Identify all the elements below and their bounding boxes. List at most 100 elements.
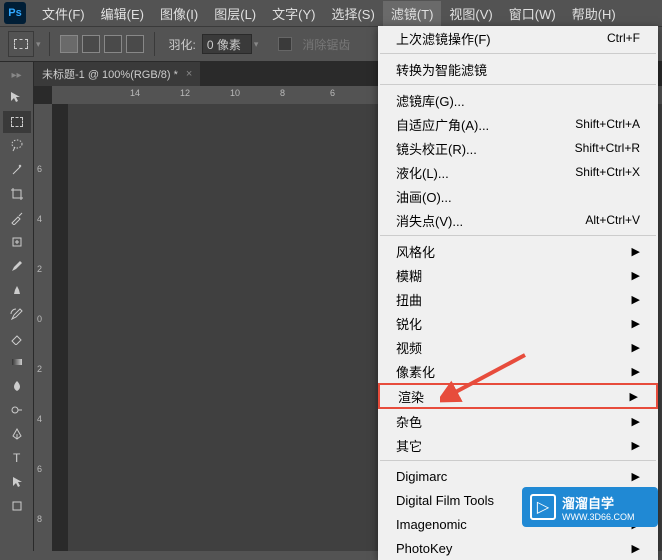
- menu-item-label: 滤镜库(G)...: [396, 91, 465, 110]
- menu-item-label: 视频: [396, 338, 422, 357]
- feather-arrow[interactable]: ▾: [254, 39, 259, 50]
- shape-tool[interactable]: [3, 495, 31, 517]
- eraser-tool[interactable]: [3, 327, 31, 349]
- antialias-label: 消除锯齿: [302, 36, 350, 53]
- close-tab-icon[interactable]: ×: [186, 68, 192, 80]
- menu-separator: [380, 84, 656, 85]
- play-icon: ▷: [530, 494, 556, 520]
- marquee-tool[interactable]: [3, 111, 31, 133]
- submenu-arrow-icon: ▶: [632, 365, 640, 378]
- document-tab[interactable]: 未标题-1 @ 100%(RGB/8) * ×: [34, 62, 201, 86]
- filter-menu-dropdown: 上次滤镜操作(F) Ctrl+F 转换为智能滤镜滤镜库(G)... 自适应广角(A).…: [378, 26, 658, 560]
- magic-wand-tool[interactable]: [3, 159, 31, 181]
- filter-menu-item[interactable]: 消失点(V)... Alt+Ctrl+V: [378, 208, 658, 232]
- tool-preset-arrow[interactable]: ▾: [36, 39, 41, 50]
- document-tab-title: 未标题-1 @ 100%(RGB/8) *: [42, 66, 178, 82]
- healing-brush-tool[interactable]: [3, 231, 31, 253]
- submenu-arrow-icon: ▶: [630, 390, 638, 403]
- menu-item-label: 锐化: [396, 314, 422, 333]
- menu-item[interactable]: 选择(S): [323, 1, 382, 26]
- filter-menu-item[interactable]: 其它▶: [378, 433, 658, 457]
- menu-item[interactable]: 视图(V): [441, 1, 500, 26]
- gradient-tool[interactable]: [3, 351, 31, 373]
- filter-menu-item[interactable]: 扭曲▶: [378, 287, 658, 311]
- menu-item-label: 自适应广角(A)...: [396, 115, 489, 134]
- menu-item-label: PhotoKey: [396, 541, 452, 556]
- menu-shortcut: Shift+Ctrl+A: [575, 117, 640, 131]
- svg-text:T: T: [13, 451, 21, 465]
- menubar: Ps 文件(F)编辑(E)图像(I)图层(L)文字(Y)选择(S)滤镜(T)视图…: [0, 0, 662, 26]
- filter-menu-item[interactable]: 转换为智能滤镜: [378, 57, 658, 81]
- menu-item-label: 镜头校正(R)...: [396, 139, 477, 158]
- menu-item[interactable]: 图层(L): [206, 1, 264, 26]
- toolbar-expand[interactable]: ▸▸: [0, 66, 33, 84]
- type-tool[interactable]: T: [3, 447, 31, 469]
- selection-mode-subtract[interactable]: [104, 35, 122, 53]
- current-tool-indicator[interactable]: [8, 31, 34, 57]
- menu-item[interactable]: 图像(I): [152, 1, 206, 26]
- filter-menu-item[interactable]: 液化(L)...Shift+Ctrl+X: [378, 160, 658, 184]
- feather-input[interactable]: [202, 34, 252, 54]
- menu-item[interactable]: 文件(F): [34, 1, 93, 26]
- menu-shortcut: Alt+Ctrl+V: [585, 213, 640, 227]
- filter-menu-item[interactable]: 风格化▶: [378, 239, 658, 263]
- selection-mode-new[interactable]: [60, 35, 78, 53]
- blur-tool[interactable]: [3, 375, 31, 397]
- filter-menu-item[interactable]: 锐化 ▶: [378, 311, 658, 335]
- menu-item[interactable]: 文字(Y): [264, 1, 323, 26]
- dodge-tool[interactable]: [3, 399, 31, 421]
- submenu-arrow-icon: ▶: [632, 269, 640, 282]
- submenu-arrow-icon: ▶: [632, 245, 640, 258]
- marquee-icon: [14, 39, 28, 49]
- brush-tool[interactable]: [3, 255, 31, 277]
- submenu-arrow-icon: ▶: [632, 341, 640, 354]
- menu-item-label: 油画(O)...: [396, 187, 452, 206]
- menu-item[interactable]: 帮助(H): [564, 1, 624, 26]
- menu-shortcut: Ctrl+F: [607, 31, 640, 45]
- menu-item-label: 模糊: [396, 266, 422, 285]
- pen-tool[interactable]: [3, 423, 31, 445]
- filter-menu-item[interactable]: PhotoKey ▶: [378, 536, 658, 560]
- clone-stamp-tool[interactable]: [3, 279, 31, 301]
- menu-item-label: 上次滤镜操作(F): [396, 29, 491, 48]
- menu-shortcut: Shift+Ctrl+R: [575, 141, 640, 155]
- menu-item-label: 渲染: [398, 387, 424, 406]
- menu-item-label: 消失点(V)...: [396, 211, 463, 230]
- ps-logo: Ps: [4, 2, 26, 24]
- filter-menu-item[interactable]: 上次滤镜操作(F) Ctrl+F: [378, 26, 658, 50]
- path-selection-tool[interactable]: [3, 471, 31, 493]
- filter-menu-item[interactable]: 自适应广角(A)... Shift+Ctrl+A: [378, 112, 658, 136]
- submenu-arrow-icon: ▶: [632, 317, 640, 330]
- filter-menu-item[interactable]: 模糊 ▶: [378, 263, 658, 287]
- menu-item-label: Digimarc: [396, 469, 447, 484]
- selection-mode-intersect[interactable]: [126, 35, 144, 53]
- annotation-arrow: [440, 350, 530, 408]
- watermark-title: 溜溜自学: [562, 493, 635, 512]
- history-brush-tool[interactable]: [3, 303, 31, 325]
- filter-menu-item[interactable]: 杂色▶: [378, 409, 658, 433]
- feather-label: 羽化:: [169, 36, 196, 53]
- filter-menu-item[interactable]: Digimarc ▶: [378, 464, 658, 488]
- menu-item-label: 其它: [396, 436, 422, 455]
- filter-menu-item[interactable]: 镜头校正(R)... Shift+Ctrl+R: [378, 136, 658, 160]
- eyedropper-tool[interactable]: [3, 207, 31, 229]
- watermark-url: WWW.3D66.COM: [562, 512, 635, 522]
- menu-separator: [380, 460, 656, 461]
- filter-menu-item[interactable]: 滤镜库(G)...: [378, 88, 658, 112]
- submenu-arrow-icon: ▶: [632, 542, 640, 555]
- divider: [49, 32, 50, 56]
- selection-mode-add[interactable]: [82, 35, 100, 53]
- menu-separator: [380, 53, 656, 54]
- lasso-tool[interactable]: [3, 135, 31, 157]
- filter-menu-item[interactable]: 油画(O)...: [378, 184, 658, 208]
- crop-tool[interactable]: [3, 183, 31, 205]
- menu-item[interactable]: 滤镜(T): [383, 1, 442, 26]
- submenu-arrow-icon: ▶: [632, 470, 640, 483]
- ruler-vertical[interactable]: 64202468: [34, 104, 52, 551]
- antialias-checkbox[interactable]: [278, 37, 292, 51]
- menu-item[interactable]: 编辑(E): [93, 1, 152, 26]
- menu-item-label: 转换为智能滤镜: [396, 60, 487, 79]
- move-tool[interactable]: [3, 87, 31, 109]
- menu-item[interactable]: 窗口(W): [501, 1, 564, 26]
- watermark: ▷ 溜溜自学 WWW.3D66.COM: [522, 487, 658, 527]
